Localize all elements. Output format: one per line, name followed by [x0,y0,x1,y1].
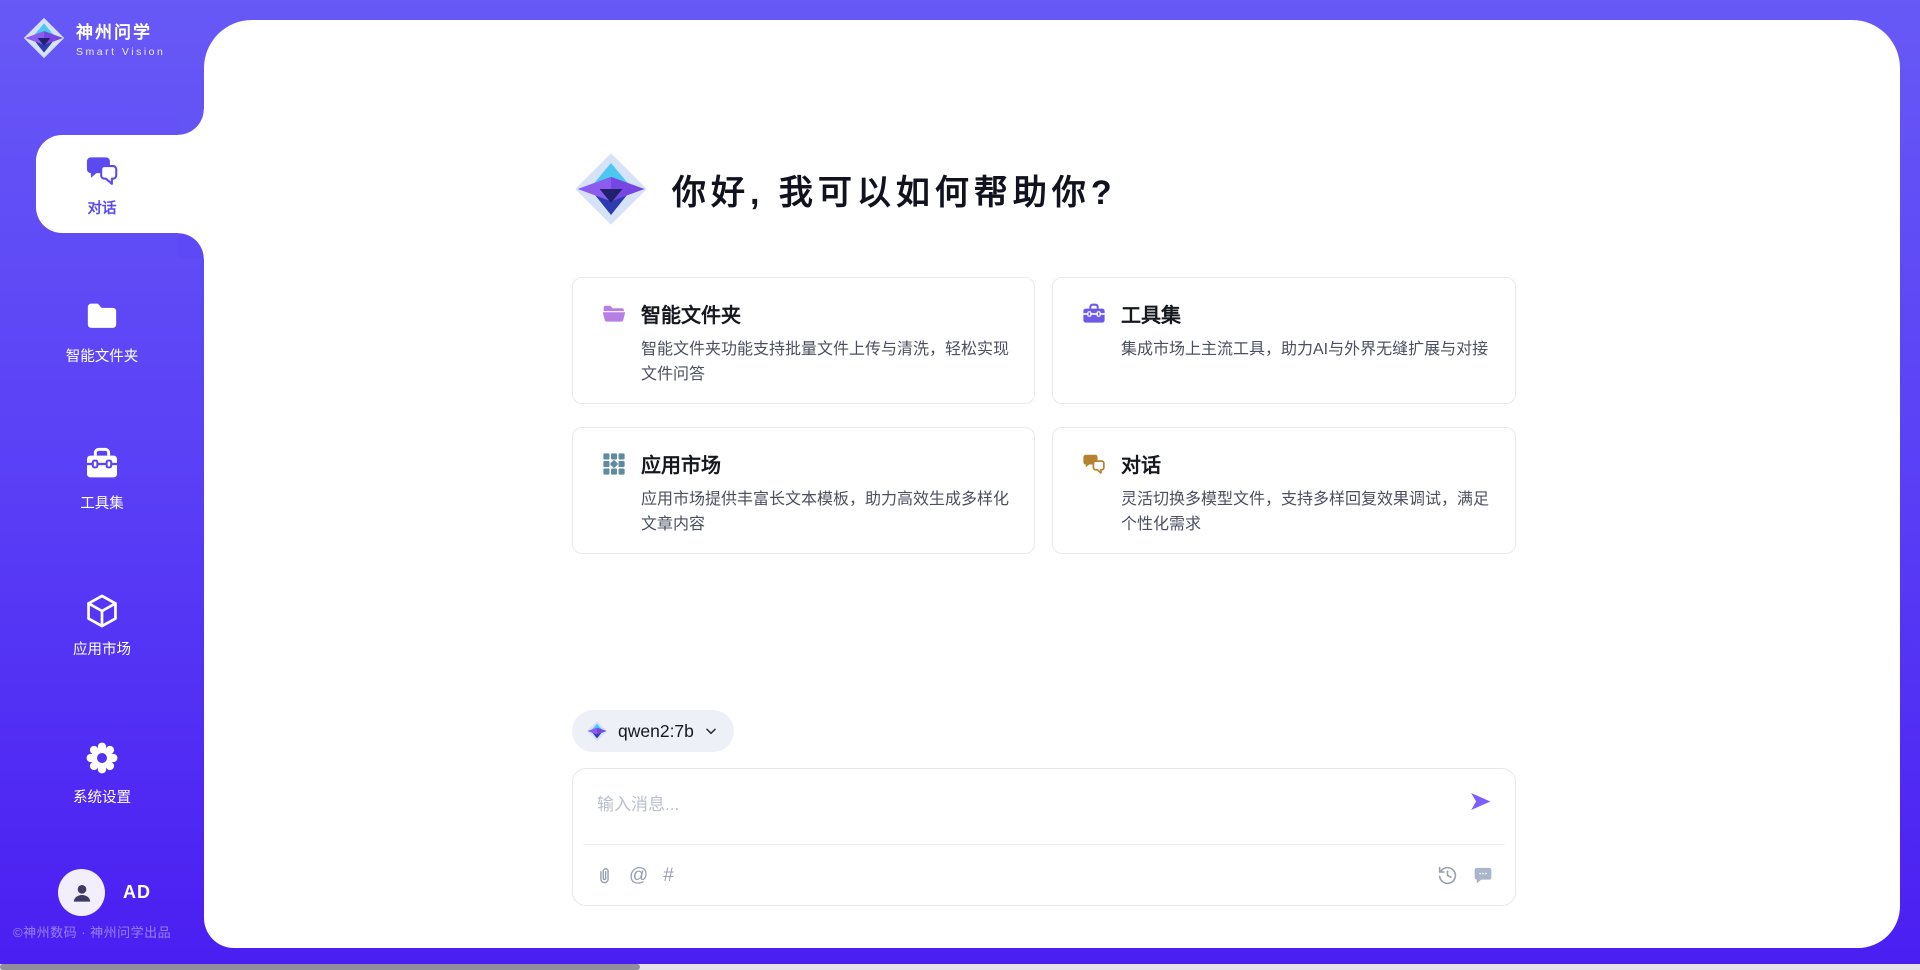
app-grid-icon [601,451,627,477]
chat-icon [83,151,121,189]
user-profile[interactable]: AD [58,869,151,916]
card-app-market[interactable]: 应用市场 应用市场提供丰富长文本模板，助力高效生成多样化文章内容 [572,427,1035,554]
sidebar-footer: ©神州数码 · 神州问学出品 [13,922,171,941]
brand-name: 神州问学 [76,18,165,43]
composer-toolbar: @ # [573,845,1515,905]
card-description: 灵活切换多模型文件，支持多样回复效果调试，满足个性化需求 [1121,487,1493,537]
card-description: 集成市场上主流工具，助力AI与外界无缝扩展与对接 [1121,337,1488,362]
toolbox-icon [82,444,122,484]
card-description: 应用市场提供丰富长文本模板，助力高效生成多样化文章内容 [641,487,1012,537]
app-logo-icon [572,150,650,228]
composer: @ # [572,768,1516,906]
send-icon [1468,789,1493,814]
horizontal-scrollbar [0,964,1920,970]
sidebar-item-label: 应用市场 [73,638,131,659]
attach-file-button[interactable] [595,865,614,886]
history-button[interactable] [1437,865,1458,886]
sidebar: 神州问学 Smart Vision 对话 智能文件夹 工具集 [0,0,204,970]
sidebar-item-chat[interactable]: 对话 [36,135,204,233]
avatar [58,869,105,916]
model-logo-icon [586,720,608,742]
model-name: qwen2:7b [618,721,694,742]
person-icon [69,880,95,906]
brand-subtitle: Smart Vision [76,46,165,58]
sidebar-item-label: 对话 [88,197,117,218]
card-smart-folder[interactable]: 智能文件夹 智能文件夹功能支持批量文件上传与清洗，轻松实现文件问答 [572,277,1035,404]
model-selector[interactable]: qwen2:7b [572,710,734,752]
sidebar-item-toolset[interactable]: 工具集 [0,429,204,527]
greeting-title: 你好, 我可以如何帮助你? [672,165,1117,214]
sidebar-item-label: 系统设置 [73,786,131,807]
scrollbar-thumb[interactable] [0,964,640,970]
sidebar-item-app-market[interactable]: 应用市场 [0,576,204,674]
brand-logo-icon [22,16,66,60]
sidebar-item-smart-folder[interactable]: 智能文件夹 [0,282,204,380]
main-panel: 你好, 我可以如何帮助你? 智能文件夹 智能文件夹功能支持批量文件上传与清洗，轻… [204,20,1900,948]
card-title: 应用市场 [641,449,1012,478]
send-button[interactable] [1468,789,1493,814]
chevron-down-icon [704,724,718,738]
sidebar-item-label: 智能文件夹 [66,345,139,366]
message-icon [1473,865,1493,885]
card-description: 智能文件夹功能支持批量文件上传与清洗，轻松实现文件问答 [641,337,1012,387]
chat-icon [1081,451,1107,477]
hash-icon[interactable]: # [663,866,674,885]
sidebar-item-settings[interactable]: 系统设置 [0,723,204,821]
conversation-button[interactable] [1473,865,1493,885]
cube-icon [83,592,121,630]
sidebar-item-label: 工具集 [80,492,124,513]
card-title: 智能文件夹 [641,299,1012,328]
at-sign-icon[interactable]: @ [629,866,648,885]
card-toolset[interactable]: 工具集 集成市场上主流工具，助力AI与外界无缝扩展与对接 [1052,277,1516,404]
brand: 神州问学 Smart Vision [22,16,165,60]
greeting: 你好, 我可以如何帮助你? [572,150,1516,228]
card-title: 对话 [1121,449,1493,478]
card-title: 工具集 [1121,299,1488,328]
card-chat[interactable]: 对话 灵活切换多模型文件，支持多样回复效果调试，满足个性化需求 [1052,427,1516,554]
history-icon [1437,865,1458,886]
user-name: AD [123,882,151,903]
message-input[interactable] [597,785,1427,825]
feature-cards: 智能文件夹 智能文件夹功能支持批量文件上传与清洗，轻松实现文件问答 工具集 [572,277,1516,554]
folder-icon [82,297,122,337]
folder-open-icon [601,301,627,327]
paperclip-icon [595,865,614,886]
gear-icon [82,738,122,778]
toolbox-icon [1081,301,1107,327]
